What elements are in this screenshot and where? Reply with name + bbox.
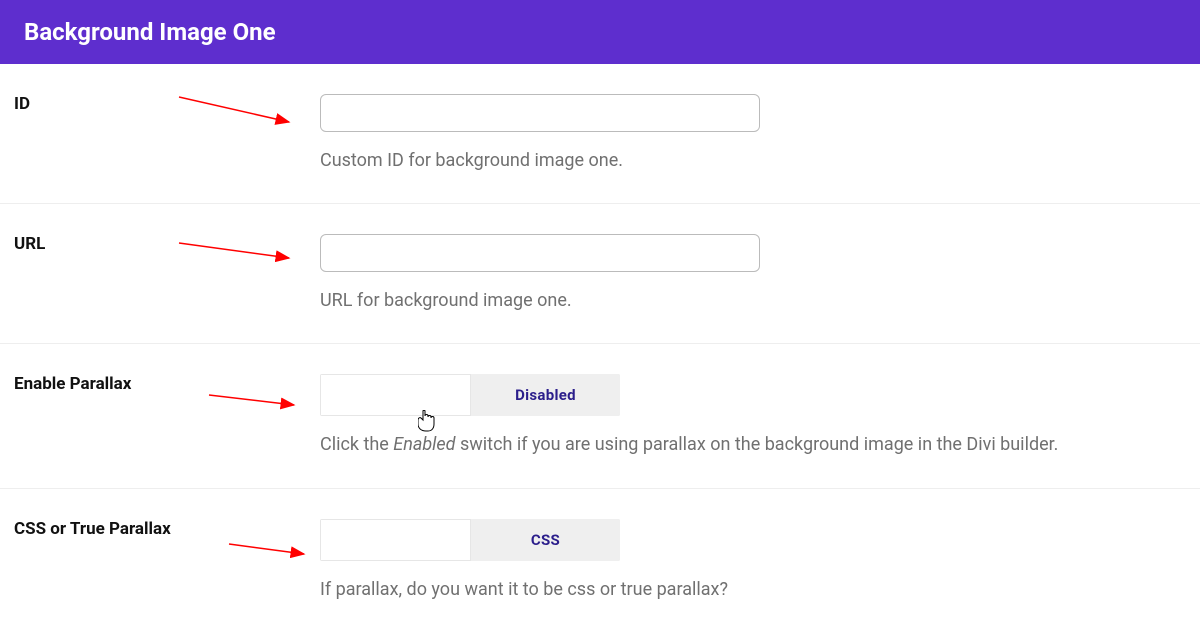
label-id: ID <box>14 94 320 173</box>
row-css-true-parallax: CSS or True Parallax CSS If parallax, do… <box>0 489 1200 632</box>
enable-parallax-toggle[interactable]: Disabled <box>320 374 620 416</box>
arrow-annotation-icon <box>174 238 304 268</box>
label-css-true-parallax-text: CSS or True Parallax <box>14 519 171 539</box>
field-css-true-parallax: CSS If parallax, do you want it to be cs… <box>320 519 1180 602</box>
toggle-option-true[interactable] <box>320 519 471 561</box>
enable-parallax-description: Click the Enabled switch if you are usin… <box>320 432 1180 457</box>
section-title: Background Image One <box>24 18 276 46</box>
field-url: URL for background image one. <box>320 234 1180 313</box>
row-id: ID Custom ID for background image one. <box>0 64 1200 204</box>
url-description: URL for background image one. <box>320 288 1180 313</box>
parallax-desc-prefix: Click the <box>320 434 393 455</box>
arrow-annotation-icon <box>204 390 304 414</box>
toggle-disabled-label: Disabled <box>515 386 576 404</box>
section-header: Background Image One <box>0 0 1200 64</box>
url-input[interactable] <box>320 234 760 272</box>
toggle-option-css[interactable]: CSS <box>471 519 620 561</box>
id-input[interactable] <box>320 94 760 132</box>
toggle-css-label: CSS <box>531 531 560 549</box>
toggle-option-disabled[interactable]: Disabled <box>471 374 620 416</box>
arrow-annotation-icon <box>174 92 304 132</box>
label-css-true-parallax: CSS or True Parallax <box>14 519 320 602</box>
row-enable-parallax: Enable Parallax Disabled Click the Enabl… <box>0 344 1200 488</box>
css-true-parallax-description: If parallax, do you want it to be css or… <box>320 577 1180 602</box>
css-true-parallax-toggle[interactable]: CSS <box>320 519 620 561</box>
label-url: URL <box>14 234 320 313</box>
label-enable-parallax: Enable Parallax <box>14 374 320 457</box>
parallax-desc-em: Enabled <box>393 434 455 455</box>
label-id-text: ID <box>14 94 30 114</box>
field-enable-parallax: Disabled Click the Enabled switch if you… <box>320 374 1180 457</box>
field-id: Custom ID for background image one. <box>320 94 1180 173</box>
label-url-text: URL <box>14 234 45 254</box>
row-url: URL URL for background image one. <box>0 204 1200 344</box>
label-enable-parallax-text: Enable Parallax <box>14 374 131 394</box>
parallax-desc-suffix: switch if you are using parallax on the … <box>456 434 1059 455</box>
toggle-option-enabled[interactable] <box>320 374 471 416</box>
id-description: Custom ID for background image one. <box>320 148 1180 173</box>
arrow-annotation-icon <box>224 539 314 563</box>
